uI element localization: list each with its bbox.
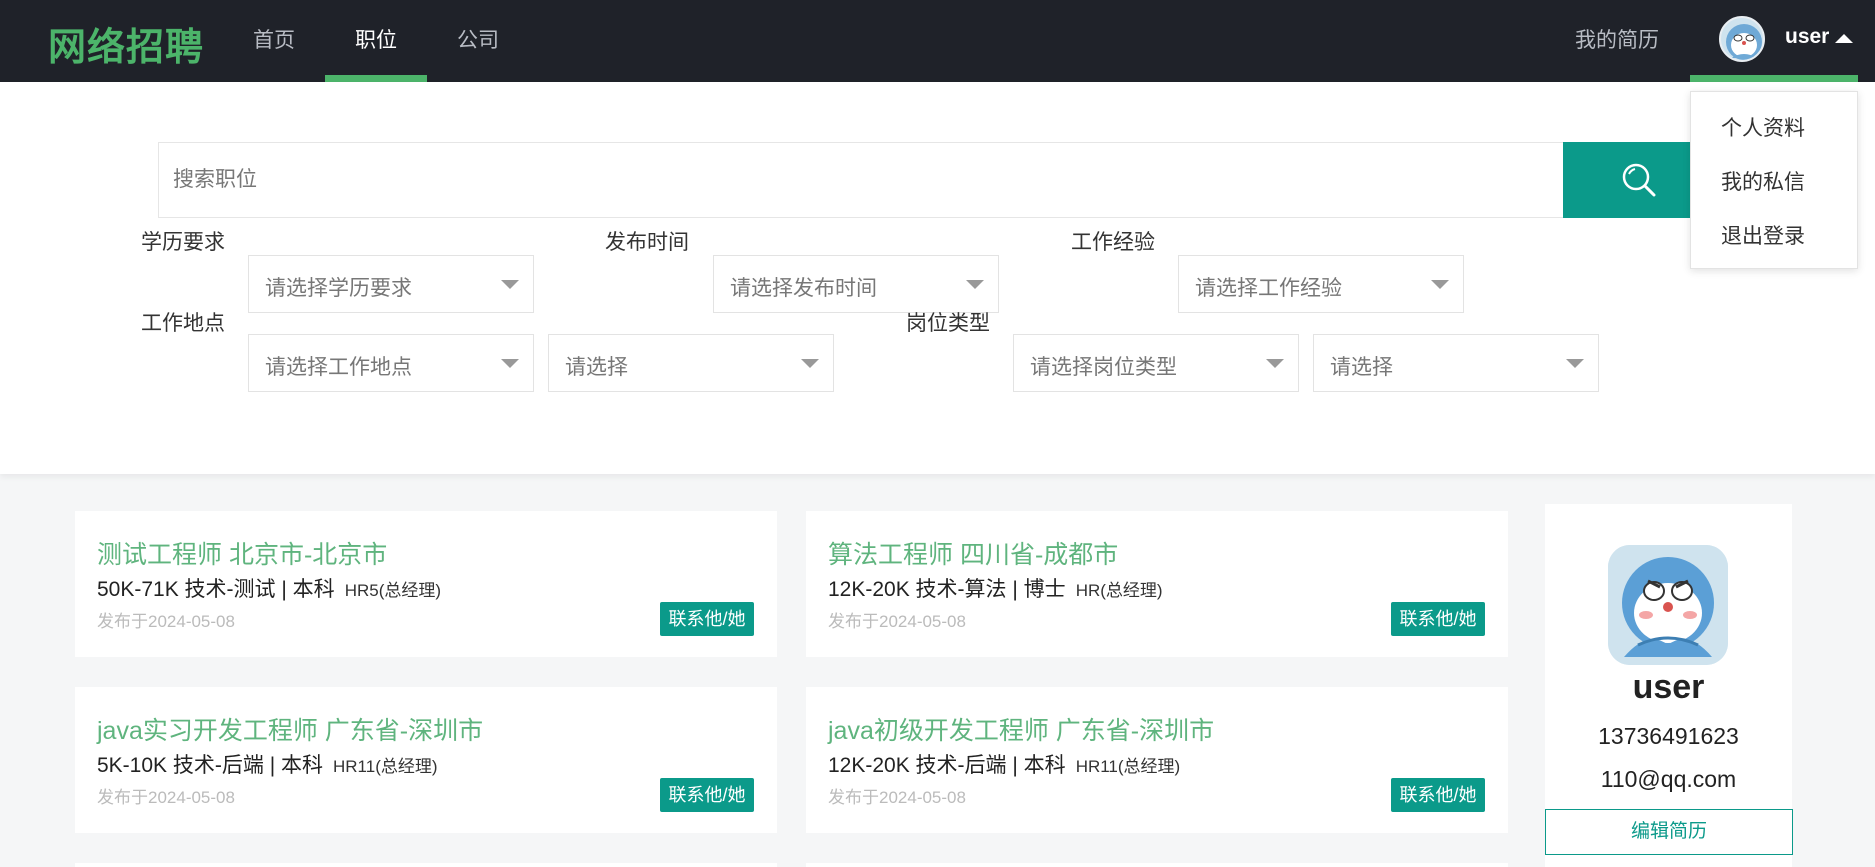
job-info: 5K-10K 技术-后端 | 本科 HR11(总经理)	[97, 749, 438, 779]
job-salary-category: 12K-20K 技术-后端 | 本科	[828, 754, 1066, 777]
profile-name: user	[1632, 668, 1705, 706]
edit-resume-button[interactable]: 编辑简历	[1545, 809, 1793, 855]
site-logo[interactable]: 网络招聘	[48, 16, 204, 71]
user-dropdown-menu: 个人资料 我的私信 退出登录	[1690, 91, 1858, 269]
nav-active-indicator	[325, 75, 427, 82]
job-type-label: 岗位类型	[906, 312, 990, 335]
job-date: 发布于2024-05-08	[828, 788, 966, 807]
education-label: 学历要求	[141, 231, 225, 254]
menu-item-messages[interactable]: 我的私信	[1721, 166, 1805, 196]
contact-button[interactable]: 联系他/她	[1391, 778, 1485, 812]
job-title[interactable]: 算法工程师 四川省-成都市	[828, 535, 1118, 571]
location-sub-select-text: 请选择	[565, 356, 628, 379]
avatar-icon	[1726, 24, 1762, 60]
job-date: 发布于2024-05-08	[828, 612, 966, 631]
publish-time-label: 发布时间	[605, 231, 689, 254]
job-title[interactable]: java实习开发工程师 广东省-深圳市	[97, 711, 483, 747]
chevron-down-icon	[1431, 280, 1449, 289]
job-card[interactable]: 测试工程师 北京市-北京市 50K-71K 技术-测试 | 本科 HR5(总经理)…	[75, 511, 777, 657]
caret-up-icon	[1835, 34, 1853, 43]
search-box	[158, 142, 1563, 218]
user-active-indicator	[1690, 75, 1858, 82]
job-salary-category: 5K-10K 技术-后端 | 本科	[97, 754, 323, 777]
location-sub-select[interactable]: 请选择	[548, 334, 834, 392]
location-label: 工作地点	[141, 312, 225, 335]
job-card-partial	[806, 863, 1508, 867]
profile-avatar	[1608, 545, 1728, 665]
user-menu-toggle[interactable]: user	[1719, 14, 1859, 62]
nav-jobs[interactable]: 职位	[355, 24, 397, 54]
chevron-down-icon	[1266, 359, 1284, 368]
job-card-partial	[75, 863, 777, 867]
job-hr: HR11(总经理)	[1075, 757, 1181, 776]
chevron-down-icon	[966, 280, 984, 289]
job-info: 50K-71K 技术-测试 | 本科 HR5(总经理)	[97, 573, 441, 603]
experience-select[interactable]: 请选择工作经验	[1178, 255, 1464, 313]
education-select[interactable]: 请选择学历要求	[248, 255, 534, 313]
education-select-text: 请选择学历要求	[265, 277, 412, 300]
menu-item-logout[interactable]: 退出登录	[1721, 220, 1805, 250]
job-date: 发布于2024-05-08	[97, 788, 235, 807]
job-info: 12K-20K 技术-算法 | 博士 HR(总经理)	[828, 573, 1163, 603]
job-title[interactable]: java初级开发工程师 广东省-深圳市	[828, 711, 1214, 747]
contact-button[interactable]: 联系他/她	[660, 602, 754, 636]
job-type-select[interactable]: 请选择岗位类型	[1013, 334, 1299, 392]
job-info: 12K-20K 技术-后端 | 本科 HR11(总经理)	[828, 749, 1180, 779]
job-card[interactable]: 算法工程师 四川省-成都市 12K-20K 技术-算法 | 博士 HR(总经理) …	[806, 511, 1508, 657]
chevron-down-icon	[501, 359, 519, 368]
chevron-down-icon	[801, 359, 819, 368]
location-select-text: 请选择工作地点	[265, 356, 412, 379]
my-resume-link[interactable]: 我的简历	[1575, 24, 1659, 54]
user-avatar	[1719, 16, 1765, 62]
job-card[interactable]: java初级开发工程师 广东省-深圳市 12K-20K 技术-后端 | 本科 HR…	[806, 687, 1508, 833]
job-hr: HR(总经理)	[1075, 581, 1163, 600]
contact-button[interactable]: 联系他/她	[660, 778, 754, 812]
publish-time-select-text: 请选择发布时间	[730, 277, 877, 300]
job-card[interactable]: java实习开发工程师 广东省-深圳市 5K-10K 技术-后端 | 本科 HR1…	[75, 687, 777, 833]
user-name: user	[1785, 25, 1830, 48]
publish-time-select[interactable]: 请选择发布时间	[713, 255, 999, 313]
search-icon	[1622, 163, 1656, 197]
job-hr: HR11(总经理)	[333, 757, 438, 776]
job-hr: HR5(总经理)	[344, 581, 442, 600]
experience-select-text: 请选择工作经验	[1195, 277, 1342, 300]
profile-email: 110@qq.com	[1600, 766, 1737, 792]
nav-home[interactable]: 首页	[253, 24, 295, 54]
chevron-down-icon	[1566, 359, 1584, 368]
search-input[interactable]	[173, 143, 1553, 217]
location-select[interactable]: 请选择工作地点	[248, 334, 534, 392]
job-type-select-text: 请选择岗位类型	[1030, 356, 1177, 379]
job-type-sub-select[interactable]: 请选择	[1313, 334, 1599, 392]
chevron-down-icon	[501, 280, 519, 289]
experience-label: 工作经验	[1071, 231, 1155, 254]
avatar-icon	[1608, 545, 1728, 665]
job-type-sub-select-text: 请选择	[1330, 356, 1393, 379]
menu-item-profile[interactable]: 个人资料	[1721, 112, 1805, 142]
nav-companies[interactable]: 公司	[457, 24, 499, 54]
profile-card: user 13736491623 110@qq.com 编辑简历	[1545, 504, 1793, 867]
job-salary-category: 50K-71K 技术-测试 | 本科	[97, 578, 335, 601]
top-navbar: 网络招聘 首页 职位 公司 我的简历 user	[0, 0, 1875, 82]
job-salary-category: 12K-20K 技术-算法 | 博士	[828, 578, 1066, 601]
job-date: 发布于2024-05-08	[97, 612, 235, 631]
search-panel: 学历要求 请选择学历要求 发布时间 请选择发布时间 工作经验 请选择工作经验 工…	[0, 82, 1875, 474]
contact-button[interactable]: 联系他/她	[1391, 602, 1485, 636]
profile-phone: 13736491623	[1598, 723, 1739, 749]
job-title[interactable]: 测试工程师 北京市-北京市	[97, 535, 387, 571]
